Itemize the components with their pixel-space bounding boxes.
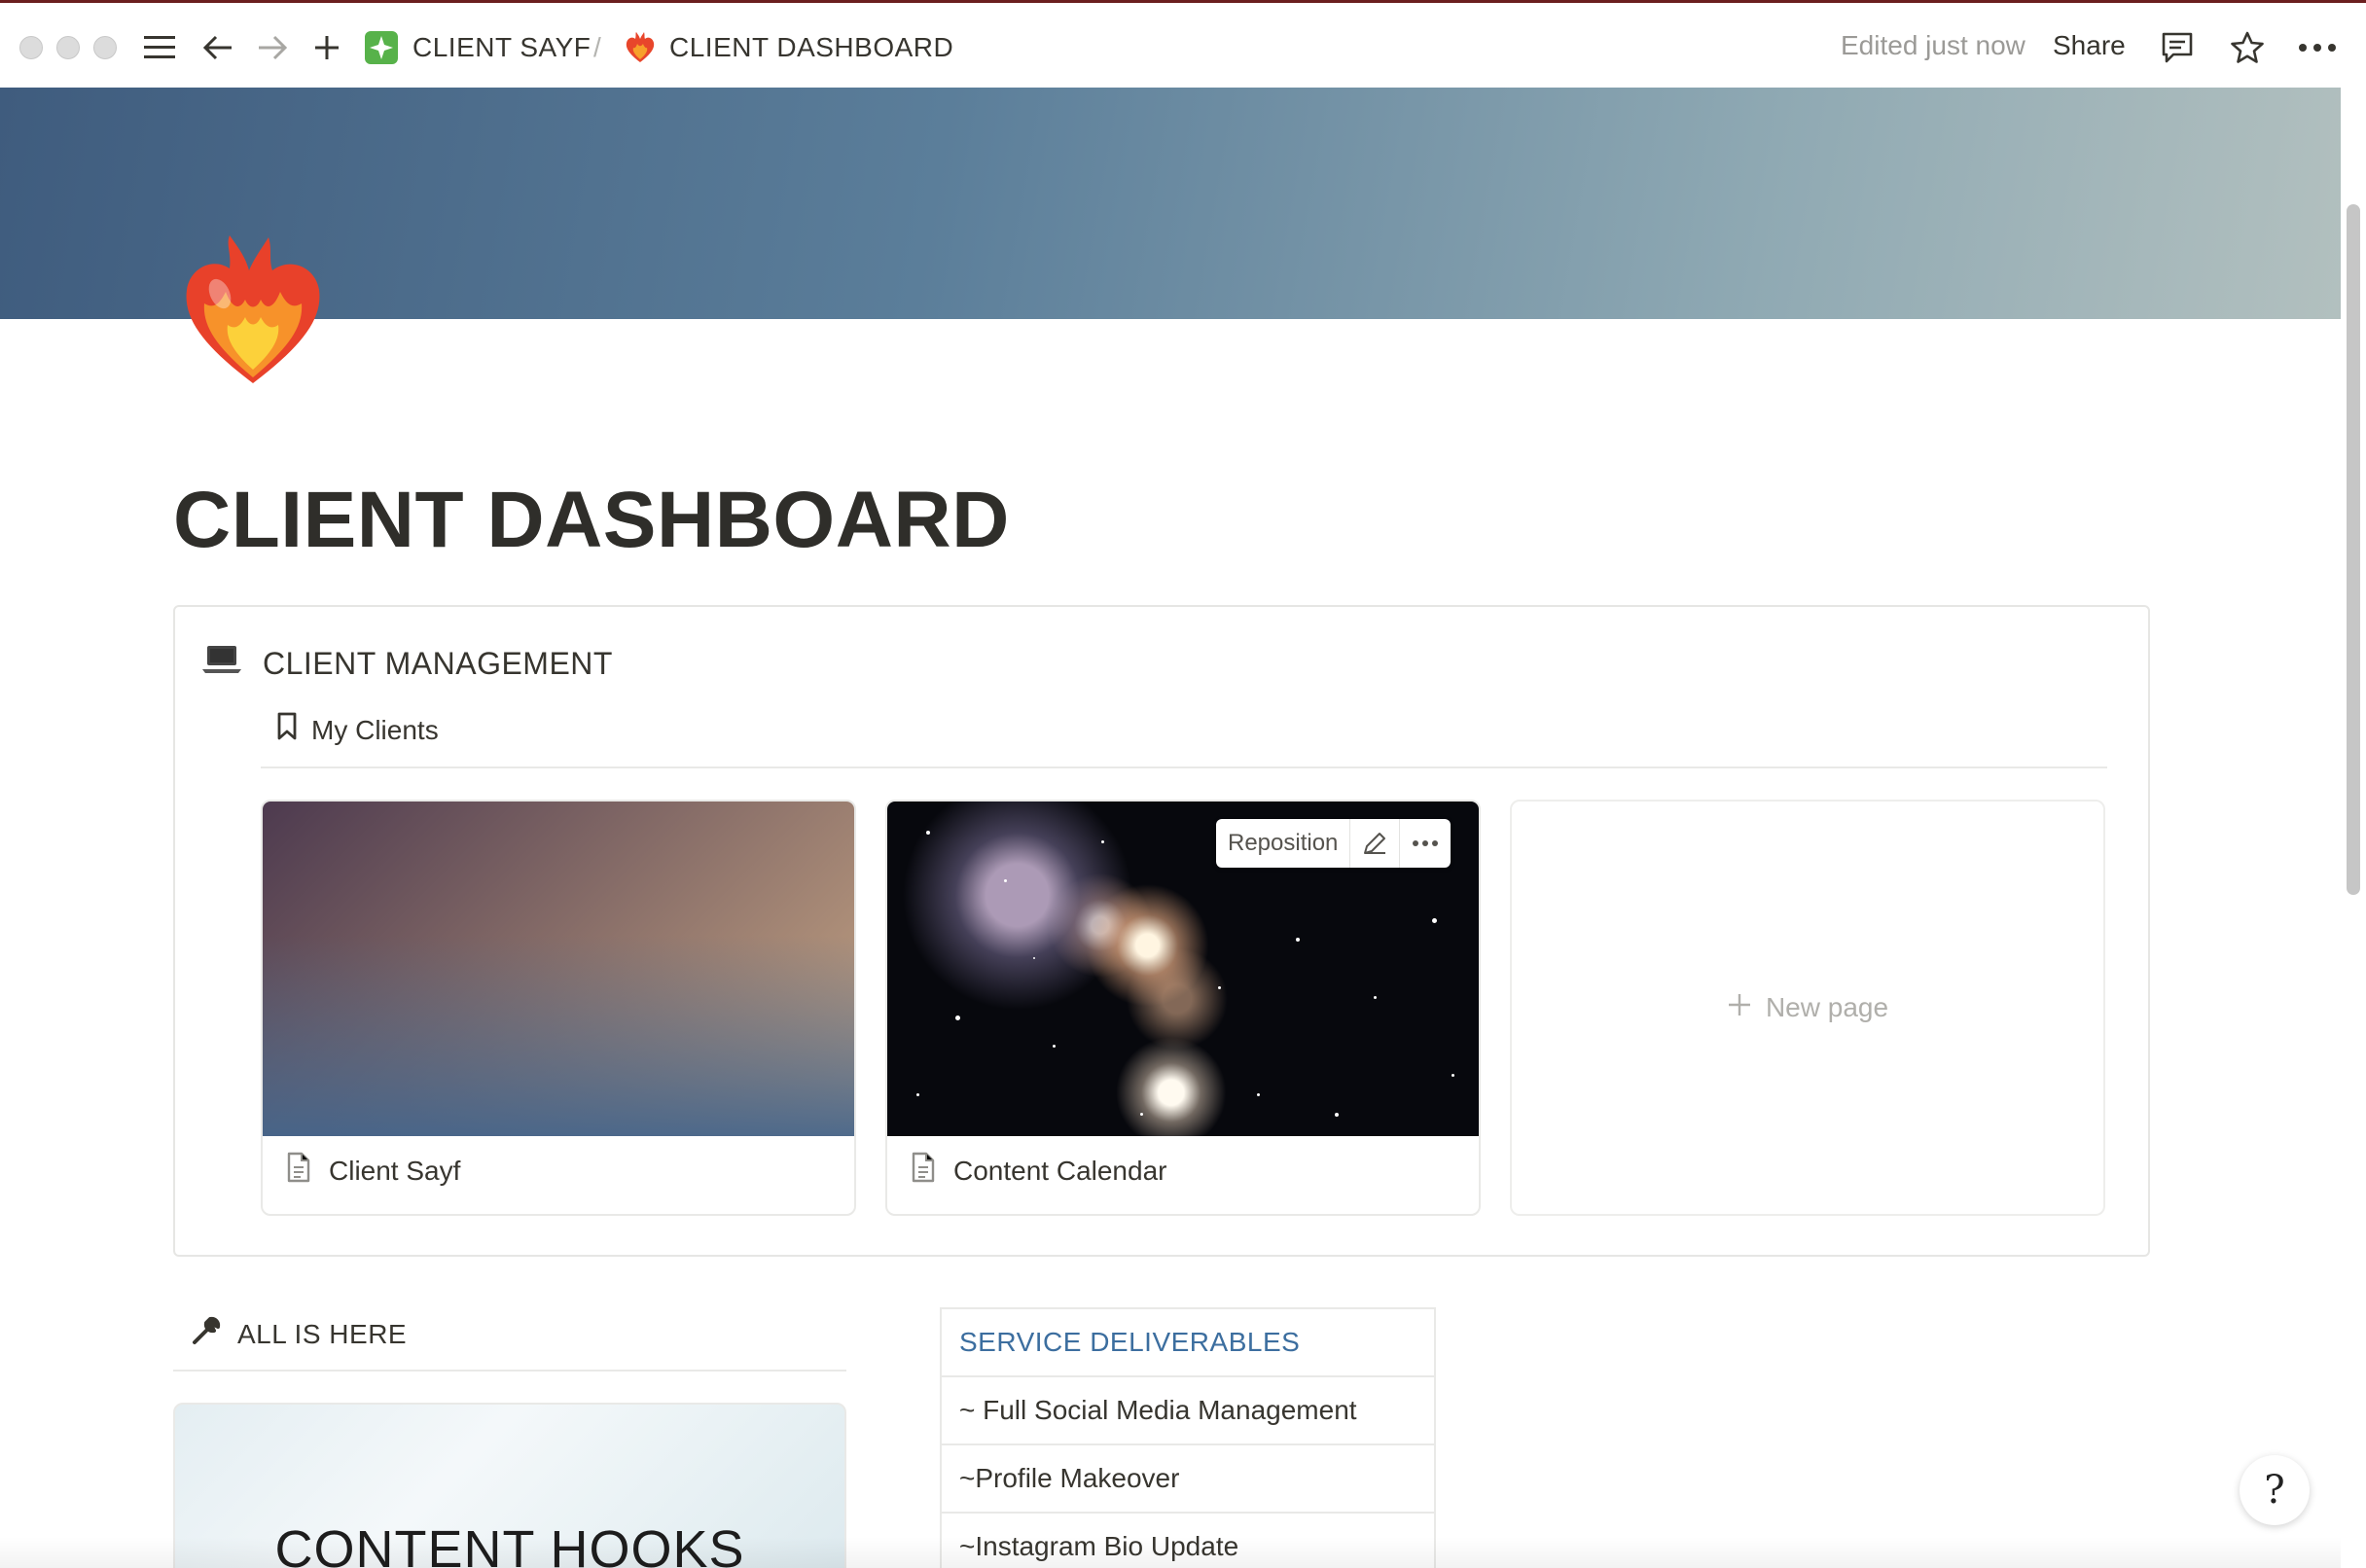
- top-bar: CLIENT SAYF / CLIENT DASHBOARD Edited ju…: [0, 0, 2366, 88]
- bottom-shadow: [0, 1537, 2341, 1568]
- new-page-button[interactable]: New page: [1512, 802, 2103, 1214]
- page-document-icon: [911, 1152, 936, 1190]
- help-button[interactable]: ?: [2240, 1455, 2310, 1525]
- favorite-star-icon[interactable]: [2226, 26, 2269, 69]
- table-row[interactable]: ~ Full Social Media Management: [942, 1377, 1434, 1445]
- table-row[interactable]: ~Profile Makeover: [942, 1445, 1434, 1514]
- comments-icon[interactable]: [2156, 26, 2199, 69]
- cover-toolbar: Reposition: [1216, 819, 1452, 868]
- heart-on-fire-icon[interactable]: [175, 232, 331, 387]
- window-zoom-button[interactable]: [93, 36, 117, 59]
- laptop-icon: [202, 644, 241, 683]
- section-divider: [173, 1370, 846, 1372]
- share-button[interactable]: Share: [2053, 30, 2126, 61]
- service-deliverables-table: SERVICE DELIVERABLES ~ Full Social Media…: [940, 1307, 1436, 1568]
- database-view-label: My Clients: [311, 714, 439, 745]
- card-cover-gradient: [263, 802, 854, 1136]
- plus-icon: [1727, 992, 1752, 1024]
- gallery-card-content-calendar[interactable]: Reposition Content Calendar: [885, 800, 1481, 1216]
- breadcrumb-client-sayf[interactable]: CLIENT SAYF: [412, 28, 591, 67]
- bookmark-icon: [276, 712, 298, 748]
- sidebar-menu-icon[interactable]: [138, 26, 181, 69]
- page-title[interactable]: CLIENT DASHBOARD: [173, 475, 1010, 566]
- page-scrollbar[interactable]: [2347, 204, 2360, 895]
- card-title-row: Client Sayf: [286, 1152, 460, 1190]
- new-page-label: New page: [1765, 992, 1889, 1022]
- breadcrumb-client-dashboard[interactable]: CLIENT DASHBOARD: [669, 28, 953, 67]
- callout-heading-text: CLIENT MANAGEMENT: [263, 645, 613, 681]
- heart-on-fire-icon: [619, 26, 662, 69]
- window-minimize-button[interactable]: [56, 36, 80, 59]
- forward-arrow-icon[interactable]: [251, 26, 294, 69]
- callout-heading: CLIENT MANAGEMENT: [202, 644, 613, 683]
- back-arrow-icon[interactable]: [197, 26, 239, 69]
- card-title: Client Sayf: [329, 1155, 461, 1186]
- edit-cover-pencil-icon[interactable]: [1350, 819, 1401, 868]
- table-header[interactable]: SERVICE DELIVERABLES: [942, 1309, 1434, 1377]
- client-management-callout: CLIENT MANAGEMENT My Clients Client Sayf: [173, 605, 2150, 1257]
- gallery-card-client-sayf[interactable]: Client Sayf: [261, 800, 856, 1216]
- wrench-icon: [191, 1315, 222, 1353]
- reposition-button[interactable]: Reposition: [1216, 819, 1351, 868]
- edited-status: Edited just now: [1841, 30, 2025, 60]
- sparkle-icon: [360, 26, 403, 69]
- breadcrumb-separator: /: [593, 32, 601, 62]
- more-options-icon[interactable]: [2296, 26, 2339, 69]
- card-title-row: Content Calendar: [911, 1152, 1166, 1190]
- card-title: Content Calendar: [953, 1155, 1167, 1186]
- page-document-icon: [286, 1152, 311, 1190]
- gallery-new-page-card[interactable]: New page: [1510, 800, 2105, 1216]
- new-tab-plus-icon[interactable]: [305, 26, 348, 69]
- cover-more-icon[interactable]: [1400, 819, 1451, 868]
- window-close-button[interactable]: [19, 36, 43, 59]
- database-divider: [261, 766, 2107, 768]
- section-heading-text: ALL IS HERE: [237, 1318, 408, 1349]
- database-view-tab-my-clients[interactable]: My Clients: [276, 712, 439, 748]
- all-is-here-heading: ALL IS HERE: [191, 1315, 407, 1353]
- page-cover-image[interactable]: [0, 88, 2341, 319]
